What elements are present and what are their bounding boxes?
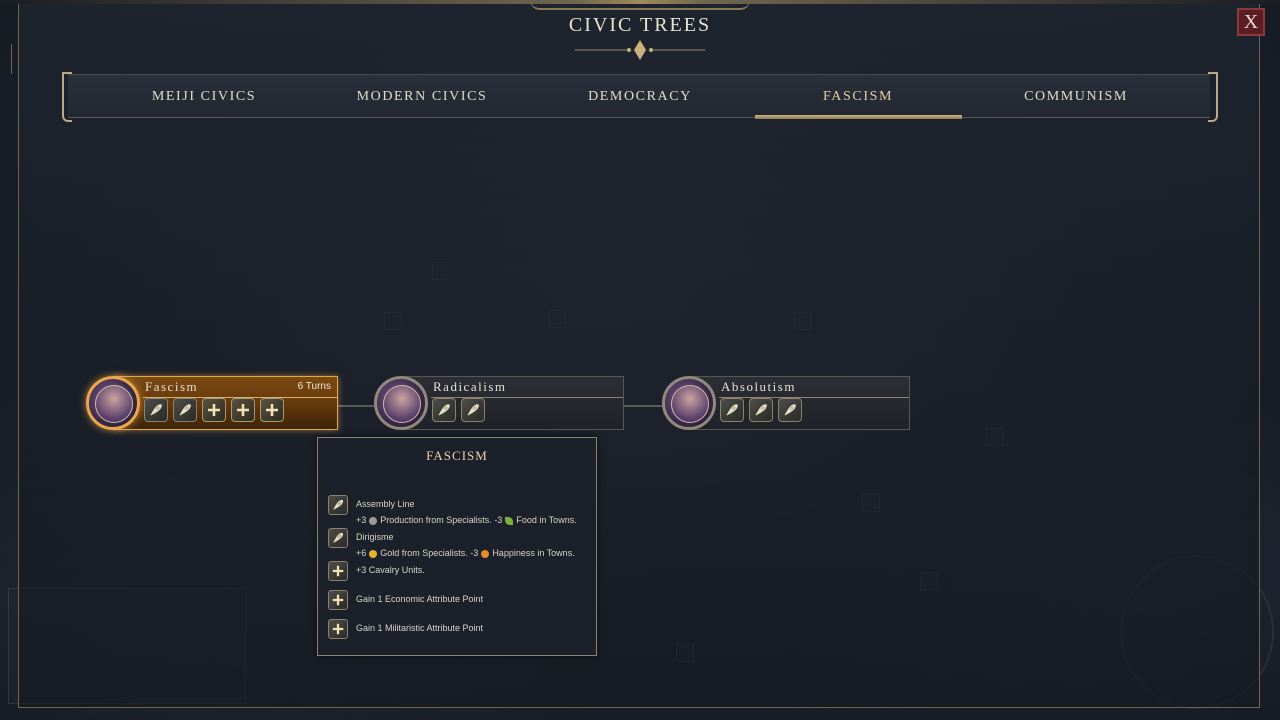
fist-portrait-icon bbox=[374, 376, 428, 430]
game-screen: CIVIC TREES X MEIJI CIVICS MODERN CIVICS… bbox=[0, 0, 1280, 720]
window-title: CIVIC TREES bbox=[568, 14, 712, 36]
crown-holder-portrait-icon bbox=[662, 376, 716, 430]
happiness-icon bbox=[481, 549, 490, 558]
tooltip-title: FASCISM bbox=[426, 448, 488, 463]
policy-leaf-icon[interactable] bbox=[173, 398, 197, 422]
plus-icon bbox=[328, 561, 348, 581]
civic-node-title: Absolutism bbox=[721, 379, 796, 394]
policy-leaf-icon[interactable] bbox=[778, 398, 802, 422]
plus-icon[interactable] bbox=[202, 398, 226, 422]
tooltip-entry-name: Gain 1 Militaristic Attribute Point bbox=[356, 623, 484, 633]
policy-leaf-icon[interactable] bbox=[432, 398, 456, 422]
tab-democracy[interactable]: DEMOCRACY bbox=[536, 75, 744, 119]
civic-node-fascism[interactable]: Fascism 6 Turns bbox=[86, 376, 340, 430]
title-crest bbox=[530, 0, 750, 10]
civic-node-title: Radicalism bbox=[433, 379, 507, 394]
title-ornament-icon bbox=[575, 40, 705, 60]
tooltip-entry-name: Gain 1 Economic Attribute Point bbox=[356, 594, 484, 604]
tab-modern-civics[interactable]: MODERN CIVICS bbox=[318, 75, 526, 119]
policy-leaf-icon bbox=[328, 495, 348, 515]
policy-leaf-icon[interactable] bbox=[749, 398, 773, 422]
food-icon bbox=[505, 516, 514, 525]
tab-communism[interactable]: COMMUNISM bbox=[972, 75, 1180, 119]
policy-leaf-icon[interactable] bbox=[720, 398, 744, 422]
civic-node-absolutism[interactable]: Absolutism bbox=[662, 376, 912, 430]
plus-icon[interactable] bbox=[231, 398, 255, 422]
tooltip-entry-name: Assembly Line bbox=[356, 499, 415, 509]
civic-node-radicalism[interactable]: Radicalism bbox=[374, 376, 626, 430]
civic-tabs: MEIJI CIVICS MODERN CIVICS DEMOCRACY FAS… bbox=[68, 74, 1210, 118]
tab-meiji-civics[interactable]: MEIJI CIVICS bbox=[100, 75, 308, 119]
megaphone-portrait-icon bbox=[86, 376, 140, 430]
policy-leaf-icon[interactable] bbox=[144, 398, 168, 422]
policy-leaf-icon bbox=[328, 528, 348, 548]
tooltip-entry-name: Dirigisme bbox=[356, 532, 394, 542]
tree-connector bbox=[338, 405, 378, 407]
tooltip-effect: +6 Gold from Specialists. -3 Happiness in … bbox=[356, 548, 575, 558]
civic-tooltip: FASCISM Assembly Line +3 Production from … bbox=[317, 437, 597, 656]
tree-connector bbox=[624, 405, 666, 407]
policy-leaf-icon[interactable] bbox=[461, 398, 485, 422]
plus-icon[interactable] bbox=[260, 398, 284, 422]
civic-node-title: Fascism bbox=[145, 379, 199, 394]
turns-remaining: 6 Turns bbox=[297, 381, 331, 392]
tooltip-effect: +3 Production from Specialists. -3 Food in… bbox=[356, 515, 577, 525]
active-tab-indicator bbox=[755, 115, 962, 119]
tab-fascism[interactable]: FASCISM bbox=[754, 75, 962, 119]
production-icon bbox=[369, 516, 378, 525]
plus-icon bbox=[328, 590, 348, 610]
gold-icon bbox=[369, 549, 378, 558]
plus-icon bbox=[328, 619, 348, 639]
tooltip-entry-name: +3 Cavalry Units. bbox=[356, 565, 425, 575]
close-button[interactable]: X bbox=[1237, 8, 1265, 36]
